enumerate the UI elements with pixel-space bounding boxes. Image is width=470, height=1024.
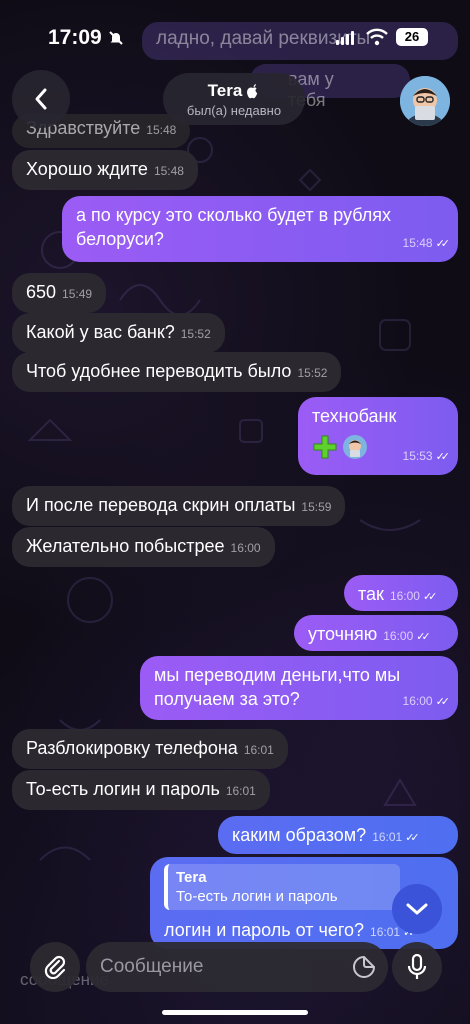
message-time: 16:01 (243, 743, 274, 757)
message-text: И после перевода скрин оплаты (26, 495, 296, 515)
message-time: 15:52 (180, 327, 211, 341)
message-time: 16:01 (370, 925, 401, 939)
contact-status: был(а) недавно (186, 103, 282, 118)
read-check-icon: ✓✓ (435, 696, 451, 708)
message-text: логин и пароль от чего? (164, 920, 365, 940)
message-text: уточняю (308, 624, 378, 644)
message-outgoing[interactable]: мы переводим деньги,что мы получаем за э… (140, 656, 458, 720)
message-text: То-есть логин и пароль (26, 779, 220, 799)
attach-button[interactable] (30, 942, 80, 992)
message-incoming[interactable]: Разблокировку телефона 16:01 (12, 729, 288, 769)
message-time: 15:48 (153, 164, 184, 178)
message-text: каким образом? (232, 825, 367, 845)
status-bar: 17:09 26 (0, 0, 470, 70)
message-time: 15:52 (297, 366, 328, 380)
message-text: 650 (26, 282, 57, 302)
microphone-button[interactable] (392, 942, 442, 992)
read-check-icon: ✓✓ (416, 631, 431, 643)
message-text: так (358, 584, 384, 604)
message-text: Разблокировку телефона (26, 738, 238, 758)
avatar[interactable] (400, 76, 450, 126)
message-incoming[interactable]: Какой у вас банк? 15:52 (12, 313, 225, 353)
message-outgoing[interactable]: так 16:00 ✓✓ (344, 575, 458, 611)
message-text: Какой у вас банк? (26, 322, 175, 342)
battery-indicator: 26 (396, 28, 428, 46)
message-time: 15:48 (146, 123, 177, 137)
chevron-left-icon (35, 88, 47, 110)
message-incoming[interactable]: 650 15:49 (12, 273, 107, 313)
chat-title[interactable]: Tera был(а) недавно (163, 73, 305, 125)
message-outgoing[interactable]: уточняю 16:00 ✓✓ (294, 615, 458, 651)
wifi-icon (366, 28, 388, 46)
bell-off-icon (109, 31, 123, 45)
message-time: 16:00 (230, 541, 261, 555)
chevron-down-icon (406, 903, 428, 915)
message-outgoing[interactable]: а по курсу это сколько будет в рублях бе… (62, 196, 458, 262)
read-check-icon: ✓✓ (435, 238, 451, 250)
message-incoming[interactable]: То-есть логин и пароль 16:01 (12, 770, 270, 810)
plus-emoji-icon (313, 435, 337, 459)
message-input-placeholder: Сообщение (100, 956, 204, 977)
message-time: 15:48 (402, 236, 433, 250)
reply-author: Tera (176, 869, 207, 886)
paperclip-icon (44, 955, 66, 980)
message-incoming[interactable]: Желательно побыстрее 16:00 (12, 527, 275, 567)
home-indicator[interactable] (162, 1010, 308, 1015)
message-text: Чтоб удобнее переводить было (26, 361, 292, 381)
reply-quote[interactable]: Tera То-есть логин и пароль (164, 864, 400, 910)
read-check-icon: ✓✓ (405, 832, 420, 844)
contact-name: Tera (207, 81, 243, 100)
message-incoming[interactable]: И после перевода скрин оплаты 15:59 (12, 486, 346, 526)
message-time: 15:59 (301, 500, 332, 514)
scroll-down-button[interactable] (392, 884, 442, 934)
message-incoming[interactable]: Чтоб удобнее переводить было 15:52 (12, 352, 342, 392)
status-time: 17:09 (48, 26, 102, 49)
read-check-icon: ✓✓ (422, 591, 438, 603)
message-incoming[interactable]: Хорошо ждите 15:48 (12, 150, 198, 190)
back-button[interactable] (12, 70, 70, 128)
message-time: 16:01 (225, 784, 256, 798)
message-time: 16:00 (402, 694, 433, 708)
signal-icon (336, 30, 354, 45)
memoji-avatar-icon (400, 76, 450, 126)
message-text: мы переводим деньги,что мы получаем за э… (154, 665, 401, 709)
read-check-icon: ✓✓ (435, 451, 451, 463)
microphone-icon (407, 953, 427, 979)
message-time: 16:01 (372, 830, 403, 844)
memoji-sticker-icon (343, 435, 367, 459)
message-time: 15:49 (62, 287, 93, 301)
message-input[interactable]: Сообщение (86, 942, 388, 992)
apple-icon (247, 84, 258, 99)
reply-text: То-есть логин и пароль (176, 888, 338, 905)
message-time: 16:00 (389, 589, 420, 603)
message-time: 16:00 (383, 629, 414, 643)
message-time: 15:53 (402, 449, 433, 463)
message-outgoing[interactable]: технобанк 15:53 ✓✓ (298, 397, 458, 475)
message-text: Хорошо ждите (26, 159, 148, 179)
sticker-icon[interactable] (352, 955, 376, 979)
message-outgoing[interactable]: каким образом? 16:01 ✓✓ (218, 816, 458, 854)
message-text: технобанк (312, 406, 397, 426)
message-text: Желательно побыстрее (26, 536, 225, 556)
message-text: а по курсу это сколько будет в рублях бе… (76, 205, 391, 249)
